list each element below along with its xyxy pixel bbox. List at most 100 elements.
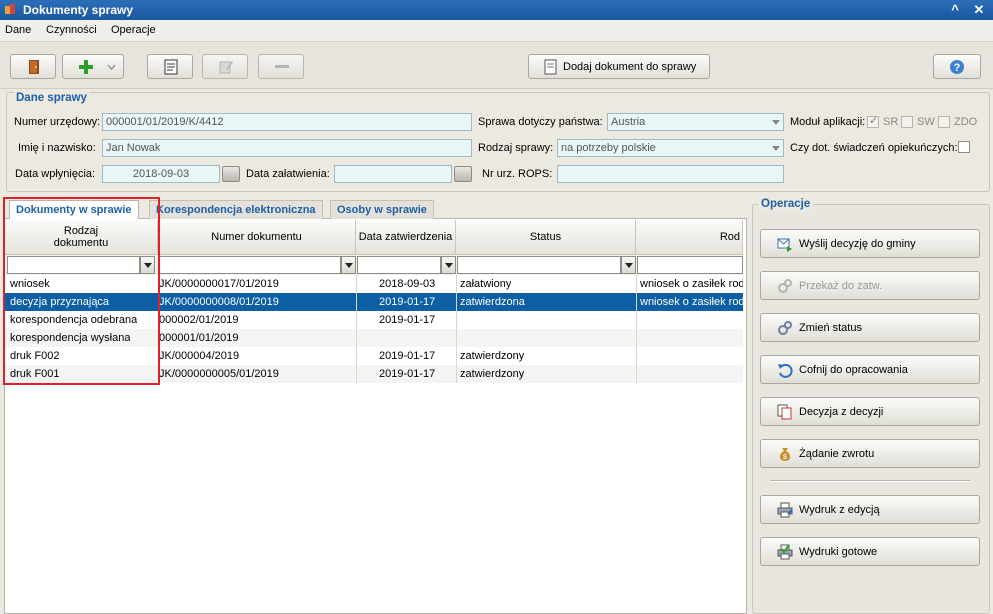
column-header-document-number[interactable]: Numer dokumentu bbox=[158, 220, 356, 255]
send-decision-button[interactable]: Wyślij decyzję do gminy bbox=[760, 229, 980, 258]
decision-from-decision-label: Decyzja z decyzji bbox=[799, 406, 884, 418]
gears-icon bbox=[778, 321, 792, 335]
case-data-title: Dane sprawy bbox=[14, 92, 89, 104]
module-label: Moduł aplikacji: bbox=[790, 116, 866, 128]
change-status-button[interactable]: Zmień status bbox=[760, 313, 980, 342]
remove-button[interactable] bbox=[258, 54, 304, 79]
case-type-value: na potrzeby polskie bbox=[561, 142, 656, 154]
module-zdo-checkbox[interactable] bbox=[938, 116, 950, 128]
official-number-field[interactable]: 000001/01/2019/K/4412 bbox=[102, 113, 472, 131]
send-decision-label: Wyślij decyzję do gminy bbox=[799, 238, 916, 250]
forward-for-approval-label: Przekaż do zatw. bbox=[799, 280, 883, 292]
care-benefits-checkbox[interactable] bbox=[958, 141, 970, 153]
ready-prints-label: Wydruki gotowe bbox=[799, 546, 878, 558]
module-zdo-label: ZDO bbox=[954, 116, 978, 128]
add-button[interactable] bbox=[62, 54, 124, 79]
tab-electronic-correspondence[interactable]: Korespondencja elektroniczna bbox=[149, 200, 323, 219]
country-value: Austria bbox=[611, 116, 646, 128]
help-button[interactable]: ? bbox=[933, 54, 981, 79]
door-exit-icon bbox=[29, 60, 39, 74]
operations-title: Operacje bbox=[758, 198, 814, 210]
minus-icon bbox=[275, 65, 289, 68]
column-divider bbox=[356, 275, 357, 383]
refund-request-label: Żądanie zwrotu bbox=[799, 448, 875, 460]
column-header-approval-date[interactable]: Data zatwierdzenia bbox=[356, 220, 456, 255]
decision-from-decision-button[interactable]: Decyzja z decyzji bbox=[760, 397, 980, 426]
settlement-date-field[interactable] bbox=[334, 165, 452, 183]
filter-status[interactable] bbox=[457, 256, 621, 274]
module-sr-label: SR bbox=[883, 116, 899, 128]
case-type-select[interactable]: na potrzeby polskie bbox=[557, 139, 784, 157]
print-with-edit-button[interactable]: Wydruk z edycją bbox=[760, 495, 980, 524]
settlement-date-calendar-button[interactable] bbox=[454, 166, 472, 182]
filter-document-number[interactable] bbox=[159, 256, 341, 274]
window-title-bar: Dokumenty sprawy ^ ✕ bbox=[0, 0, 993, 20]
add-document-label: Dodaj dokument do sprawy bbox=[563, 61, 697, 73]
svg-text:?: ? bbox=[954, 62, 961, 74]
filter-status-dropdown[interactable] bbox=[621, 256, 636, 274]
official-number-label: Numer urzędowy: bbox=[14, 116, 101, 128]
receipt-date-calendar-button[interactable] bbox=[222, 166, 240, 182]
app-icon bbox=[5, 4, 15, 14]
plus-icon bbox=[79, 60, 93, 74]
minimize-button[interactable]: ^ bbox=[947, 2, 963, 18]
chevron-down-icon bbox=[772, 146, 780, 151]
gears-icon bbox=[778, 279, 792, 293]
highlight-box bbox=[3, 197, 160, 385]
change-status-label: Zmień status bbox=[799, 322, 862, 334]
tab-persons[interactable]: Osoby w sprawie bbox=[330, 200, 434, 219]
country-select[interactable]: Austria bbox=[607, 113, 784, 131]
chevron-down-icon bbox=[772, 120, 780, 125]
forward-for-approval-button[interactable]: Przekaż do zatw. bbox=[760, 271, 980, 300]
rops-field[interactable] bbox=[557, 165, 784, 183]
print-edit-icon bbox=[777, 502, 793, 518]
operations-separator bbox=[770, 480, 970, 482]
help-icon: ? bbox=[950, 60, 964, 74]
edit-button[interactable] bbox=[202, 54, 248, 79]
revert-to-draft-button[interactable]: Cofnij do opracowania bbox=[760, 355, 980, 384]
menu-operacje[interactable]: Operacje bbox=[111, 24, 156, 36]
filter-type[interactable] bbox=[637, 256, 743, 274]
svg-text:$: $ bbox=[783, 454, 787, 461]
money-bag-icon: $ bbox=[780, 448, 790, 461]
column-header-status[interactable]: Status bbox=[456, 220, 636, 255]
copy-doc-icon bbox=[777, 404, 792, 420]
module-sw-label: SW bbox=[917, 116, 935, 128]
ready-prints-button[interactable]: Wydruki gotowe bbox=[760, 537, 980, 566]
menu-dane[interactable]: Dane bbox=[5, 24, 31, 36]
name-field[interactable]: Jan Nowak bbox=[102, 139, 472, 157]
filter-approval-date-dropdown[interactable] bbox=[441, 256, 456, 274]
country-label: Sprawa dotyczy państwa: bbox=[478, 116, 603, 128]
toolbar: Dodaj dokument do sprawy ? bbox=[0, 43, 993, 89]
rops-label: Nr urz. ROPS: bbox=[482, 168, 553, 180]
print-ready-icon bbox=[777, 544, 793, 560]
filter-approval-date[interactable] bbox=[357, 256, 441, 274]
menu-czynnosci[interactable]: Czynności bbox=[46, 24, 97, 36]
chevron-down-icon bbox=[107, 64, 116, 70]
filter-document-number-dropdown[interactable] bbox=[341, 256, 356, 274]
print-with-edit-label: Wydruk z edycją bbox=[799, 504, 880, 516]
window-title: Dokumenty sprawy bbox=[23, 3, 134, 17]
settlement-date-label: Data załatwienia: bbox=[246, 168, 330, 180]
receipt-date-label: Data wpłynięcia: bbox=[15, 168, 96, 180]
refund-request-button[interactable]: $ Żądanie zwrotu bbox=[760, 439, 980, 468]
case-type-label: Rodzaj sprawy: bbox=[478, 142, 554, 154]
name-label: Imię i nazwisko: bbox=[18, 142, 96, 154]
add-document-button[interactable]: Dodaj dokument do sprawy bbox=[528, 54, 710, 79]
close-button[interactable]: ✕ bbox=[971, 2, 987, 18]
edit-icon bbox=[219, 61, 233, 74]
undo-icon bbox=[778, 363, 793, 378]
revert-to-draft-label: Cofnij do opracowania bbox=[799, 364, 908, 376]
send-icon bbox=[777, 238, 792, 252]
document-icon bbox=[544, 59, 557, 75]
receipt-date-field[interactable]: 2018-09-03 bbox=[102, 165, 220, 183]
column-header-type[interactable]: Rod bbox=[636, 220, 743, 255]
column-divider bbox=[456, 275, 457, 383]
exit-button[interactable] bbox=[10, 54, 56, 79]
care-benefits-label: Czy dot. świadczeń opiekuńczych: bbox=[790, 142, 958, 154]
module-sr-checkbox[interactable] bbox=[867, 114, 879, 128]
open-document-button[interactable] bbox=[147, 54, 193, 79]
document-icon bbox=[164, 59, 178, 75]
module-sw-checkbox[interactable] bbox=[901, 116, 913, 128]
menu-bar: Dane Czynności Operacje bbox=[0, 20, 993, 42]
